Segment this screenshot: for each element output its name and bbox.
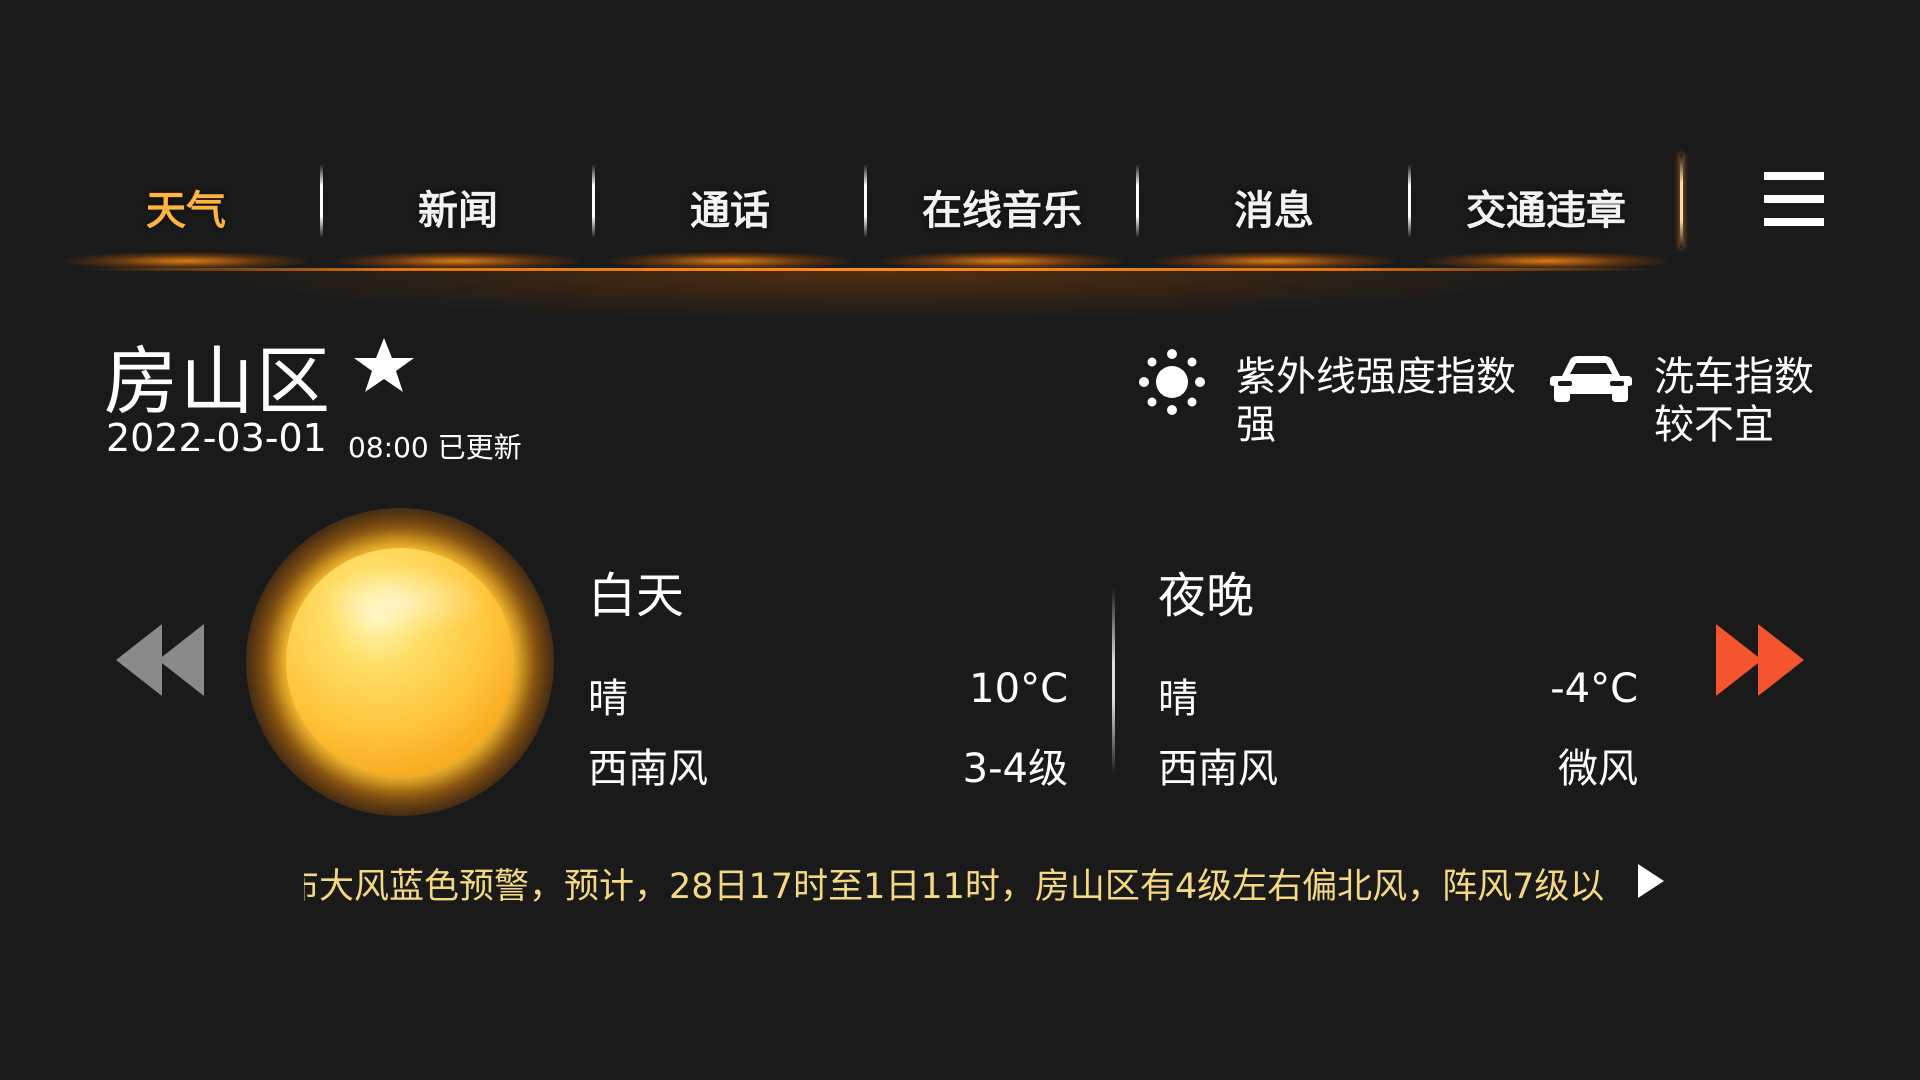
- sun-icon: [1136, 346, 1208, 418]
- weather-alert-text: 布大风蓝色预警，预计，28日17时至1日11时，房山区有4级左右偏北风，阵风7级…: [304, 867, 1605, 906]
- tab-weather[interactable]: 天气: [50, 140, 323, 270]
- day-wind-direction: 西南风: [588, 746, 708, 792]
- play-icon[interactable]: [1636, 864, 1666, 898]
- day-temperature: 10°C: [969, 666, 1068, 712]
- star-icon[interactable]: [352, 334, 416, 398]
- night-wind-level: 微风: [1558, 746, 1638, 792]
- night-title: 夜晚: [1158, 568, 1255, 624]
- tab-bar: 天气 新闻 通话 在线音乐 消息 交通违章: [50, 140, 1690, 270]
- tab-online-music[interactable]: 在线音乐: [866, 140, 1139, 270]
- carwash-index-value: 较不宜: [1654, 402, 1774, 448]
- tab-bar-haze: [180, 271, 1580, 321]
- update-date: 2022-03-01: [106, 416, 327, 460]
- tab-news[interactable]: 新闻: [322, 140, 595, 270]
- day-wind-level: 3-4级: [962, 746, 1068, 792]
- night-condition: 晴: [1158, 676, 1198, 722]
- tab-bar-underline: [80, 268, 1660, 271]
- hamburger-menu-icon[interactable]: [1764, 172, 1824, 226]
- rewind-icon[interactable]: [116, 624, 208, 696]
- city-name: 房山区: [104, 339, 332, 425]
- tab-call[interactable]: 通话: [594, 140, 867, 270]
- sunny-weather-icon: [246, 508, 554, 816]
- uv-index-title: 紫外线强度指数: [1236, 354, 1516, 400]
- night-wind-direction: 西南风: [1158, 746, 1278, 792]
- tab-messages[interactable]: 消息: [1138, 140, 1411, 270]
- night-temperature: -4°C: [1550, 666, 1638, 712]
- weather-screen: 天气 新闻 通话 在线音乐 消息 交通违章 房山区 2022-03-01 08:…: [0, 0, 1920, 1080]
- weather-alert-ticker[interactable]: 布大风蓝色预警，预计，28日17时至1日11时，房山区有4级左右偏北风，阵风7级…: [304, 856, 1610, 906]
- car-icon: [1548, 354, 1634, 408]
- day-title: 白天: [588, 568, 685, 624]
- tab-traffic-violations[interactable]: 交通违章: [1410, 140, 1683, 270]
- tab-separator: [1680, 154, 1683, 248]
- uv-index-value: 强: [1236, 402, 1276, 448]
- day-condition: 晴: [588, 676, 628, 722]
- update-time: 08:00 已更新: [348, 431, 522, 464]
- day-night-divider: [1112, 588, 1115, 774]
- fast-forward-icon[interactable]: [1712, 624, 1804, 696]
